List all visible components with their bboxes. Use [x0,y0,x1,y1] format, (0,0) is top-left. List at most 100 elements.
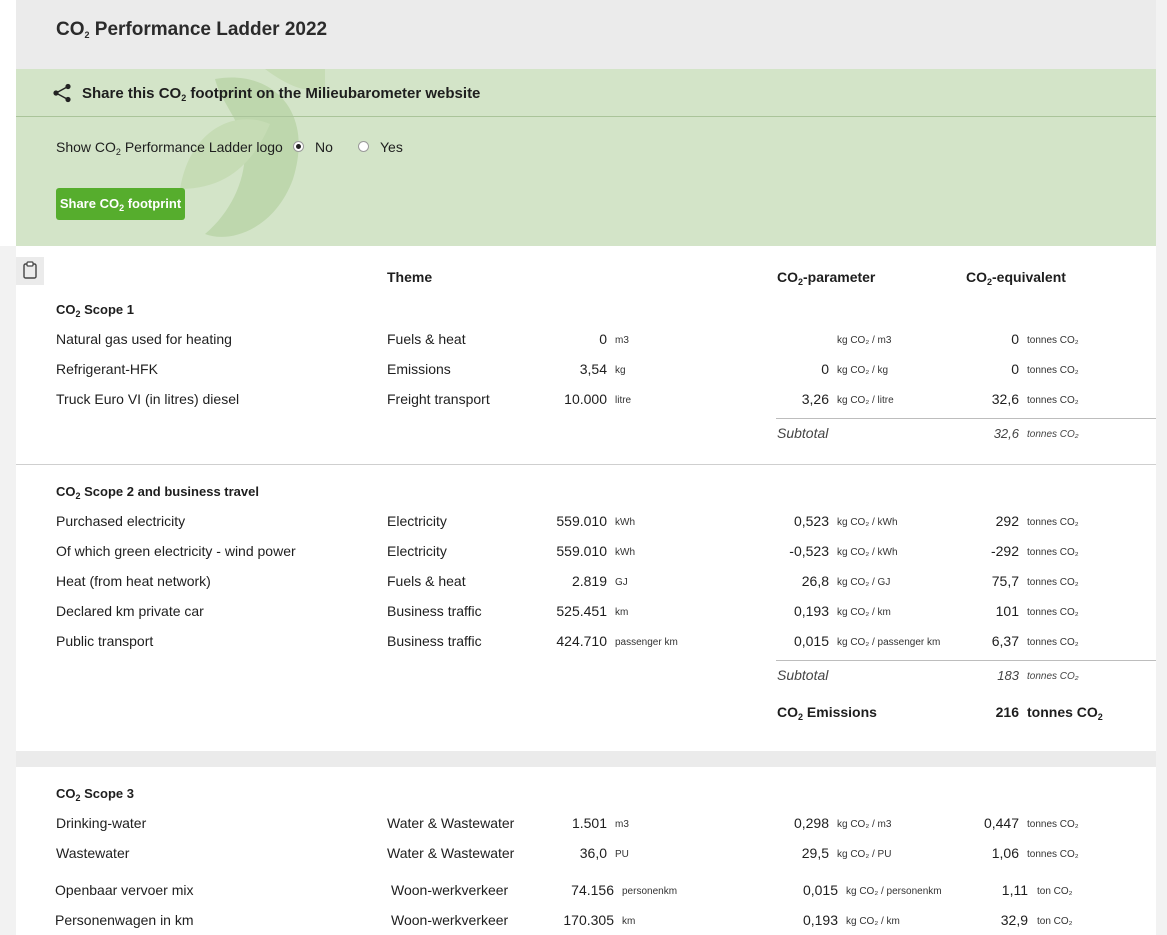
subtotal-rule [776,660,1156,661]
section-title-text: CO [56,484,76,499]
total-emissions-label-text: CO [777,704,798,720]
total-emissions-label-suffix: Emissions [803,704,877,720]
row-factor: 0,193 [802,912,838,928]
row-factor: 0,193 [793,603,829,619]
total-emissions-value: 216 [995,704,1019,720]
row-emission-unit: tonnes CO₂ [1027,547,1079,558]
radio-no[interactable] [293,141,304,152]
row-amount: 0 [599,331,607,347]
row-emission: 32,9 [1000,912,1028,928]
subtotal-unit: tonnes CO₂ [1027,671,1079,682]
share-divider [16,116,1156,117]
row-theme: Electricity [387,543,447,559]
row-name: Personenwagen in km [55,912,194,928]
section-title-text: CO [56,302,76,317]
row-amount: 525.451 [556,603,607,619]
row-factor: 0,015 [802,882,838,898]
row-emission: 32,6 [991,391,1019,407]
row-factor-unit: kg CO₂ / km [837,607,891,618]
row-name: Drinking-water [56,815,147,831]
row-emission: 0 [1011,331,1019,347]
page-title: CO2 Performance Ladder 2022 [56,19,328,40]
subtotal-value: 32,6 [993,426,1019,441]
row-theme: Woon-werkverkeer [391,882,509,898]
total-emissions-label: CO2 Emissions [777,704,877,722]
row-factor-unit: kg CO₂ / kg [837,365,889,376]
share-icon[interactable] [52,83,72,103]
row-factor: 0,015 [793,633,829,649]
row-theme: Woon-werkverkeer [391,912,509,928]
row-unit: kg [615,365,626,376]
section-title-suffix: Scope 2 and business travel [80,484,259,499]
row-emission: 6,37 [991,633,1019,649]
row-emission-unit: tonnes CO₂ [1027,395,1079,406]
row-unit: m3 [615,819,629,830]
row-factor-unit: kg CO₂ / kWh [837,547,898,558]
row-emission: 292 [995,513,1019,529]
row-emission: 101 [995,603,1019,619]
row-factor: 29,5 [801,845,829,861]
row-factor-unit: kg CO₂ / litre [837,395,894,406]
radio-yes-label[interactable]: Yes [380,139,403,155]
share-footprint-button[interactable]: Share CO2 footprint [56,188,185,220]
row-name: Public transport [56,633,154,649]
row-unit: km [615,607,629,618]
section-gap [16,751,1156,767]
row-factor: 0,298 [793,815,829,831]
row-unit: personenkm [622,886,678,897]
row-factor-unit: kg CO₂ / kWh [837,517,898,528]
row-emission: 1,11 [1001,882,1028,898]
col-theme-header: Theme [387,269,433,285]
row-name: Truck Euro VI (in litres) diesel [56,391,240,407]
total-emissions-unit-text: tonnes CO [1027,704,1098,720]
row-unit: GJ [615,577,628,588]
row-emission-unit: tonnes CO₂ [1027,849,1079,860]
row-amount: 36,0 [579,845,607,861]
radio-yes[interactable] [358,141,369,152]
section-divider [16,464,1156,465]
row-amount: 2.819 [571,573,607,589]
row-factor-unit: kg CO₂ / passenger km [837,637,941,648]
row-emission: 0,447 [983,815,1019,831]
clipboard-icon[interactable] [22,261,38,279]
row-factor-unit: kg CO₂ / km [846,916,900,927]
subtotal-value: 183 [997,668,1019,683]
row-unit: passenger km [615,637,678,648]
row-emission-unit: ton CO₂ [1037,916,1073,927]
row-amount: 559.010 [556,543,607,559]
section-title: CO2 Scope 1 [56,302,134,319]
row-name: Declared km private car [56,603,204,619]
row-emission: 75,7 [991,573,1019,589]
row-unit: PU [615,849,629,860]
row-theme: Business traffic [387,603,482,619]
section-title: CO2 Scope 2 and business travel [56,484,259,501]
row-amount: 424.710 [556,633,607,649]
row-name: Of which green electricity - wind power [56,543,296,559]
row-emission-unit: tonnes CO₂ [1027,637,1079,648]
subtotal-rule [776,418,1156,419]
logo-option-label: Show CO2 Performance Ladder logo [56,139,283,157]
row-name: Natural gas used for heating [56,331,232,347]
section-title-suffix: Scope 1 [80,302,134,317]
row-unit: kWh [615,517,635,528]
row-factor-unit: kg CO₂ / m3 [837,335,892,346]
row-emission-unit: tonnes CO₂ [1027,819,1079,830]
row-amount: 74.156 [571,882,614,898]
row-amount: 170.305 [563,912,614,928]
row-theme: Business traffic [387,633,482,649]
section-title-text: CO [56,786,76,801]
row-theme: Fuels & heat [387,573,466,589]
row-theme: Water & Wastewater [387,815,515,831]
section-title: CO2 Scope 3 [56,786,134,803]
subtotal-label: Subtotal [777,425,829,441]
right-gutter [1156,0,1167,935]
row-unit: km [622,916,636,927]
subtotal-label: Subtotal [777,667,829,683]
total-emissions-unit: tonnes CO2 [1027,704,1103,722]
row-factor-unit: kg CO₂ / PU [837,849,892,860]
radio-no-label[interactable]: No [315,139,333,155]
subtotal-unit: tonnes CO₂ [1027,429,1079,440]
row-name: Purchased electricity [56,513,186,529]
row-factor-unit: kg CO₂ / GJ [837,577,891,588]
row-theme: Freight transport [387,391,490,407]
